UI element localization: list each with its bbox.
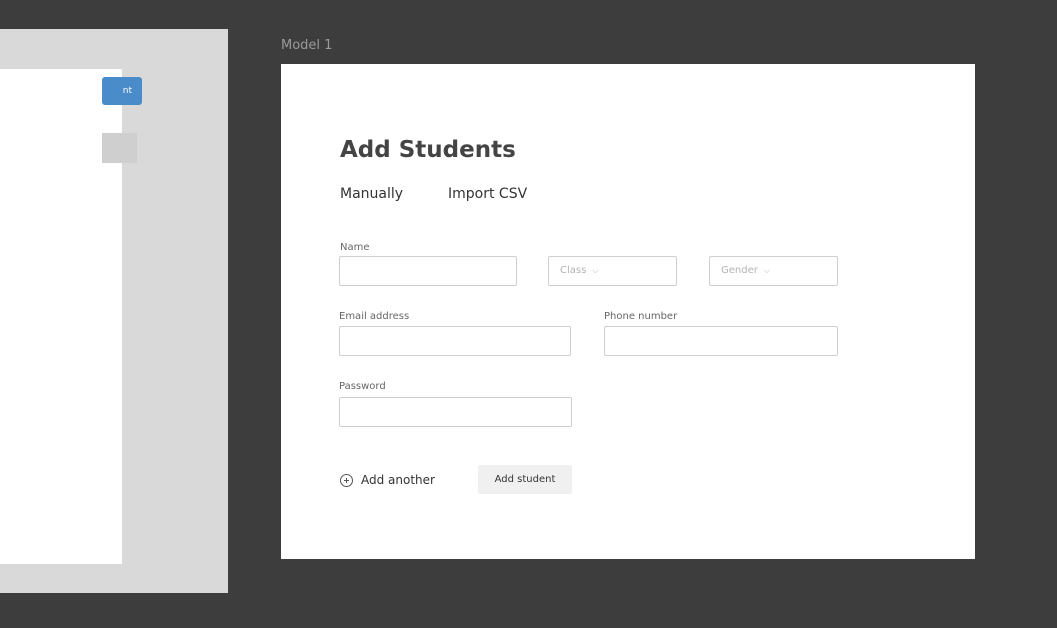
gender-select-label: Gender	[721, 265, 758, 276]
chevron-down-icon: ⌵	[763, 266, 770, 275]
left-frame-placeholder	[102, 133, 137, 163]
gender-select[interactable]: Gender ⌵	[709, 256, 838, 286]
name-label: Name	[340, 242, 370, 253]
frame-label[interactable]: Model 1	[281, 38, 332, 53]
add-student-button[interactable]: Add student	[478, 465, 572, 494]
add-another-label: Add another	[361, 473, 435, 487]
page-title: Add Students	[340, 137, 516, 163]
email-input[interactable]	[339, 326, 571, 356]
plus-circle-icon	[340, 473, 353, 487]
class-select-label: Class	[560, 265, 587, 276]
left-frame-button[interactable]: nt	[102, 77, 142, 105]
left-frame: nt	[0, 29, 228, 593]
email-label: Email address	[339, 311, 410, 322]
tab-import-csv[interactable]: Import CSV	[448, 186, 527, 202]
add-another-button[interactable]: Add another	[340, 471, 435, 489]
name-input[interactable]	[339, 256, 517, 286]
artboard: Add Students Manually Import CSV Name Cl…	[281, 64, 975, 559]
password-input[interactable]	[339, 397, 572, 427]
phone-label: Phone number	[604, 311, 678, 322]
phone-input[interactable]	[604, 326, 838, 356]
tab-manually[interactable]: Manually	[340, 186, 403, 202]
class-select[interactable]: Class ⌵	[548, 256, 677, 286]
password-label: Password	[339, 381, 386, 392]
chevron-down-icon: ⌵	[592, 266, 599, 275]
